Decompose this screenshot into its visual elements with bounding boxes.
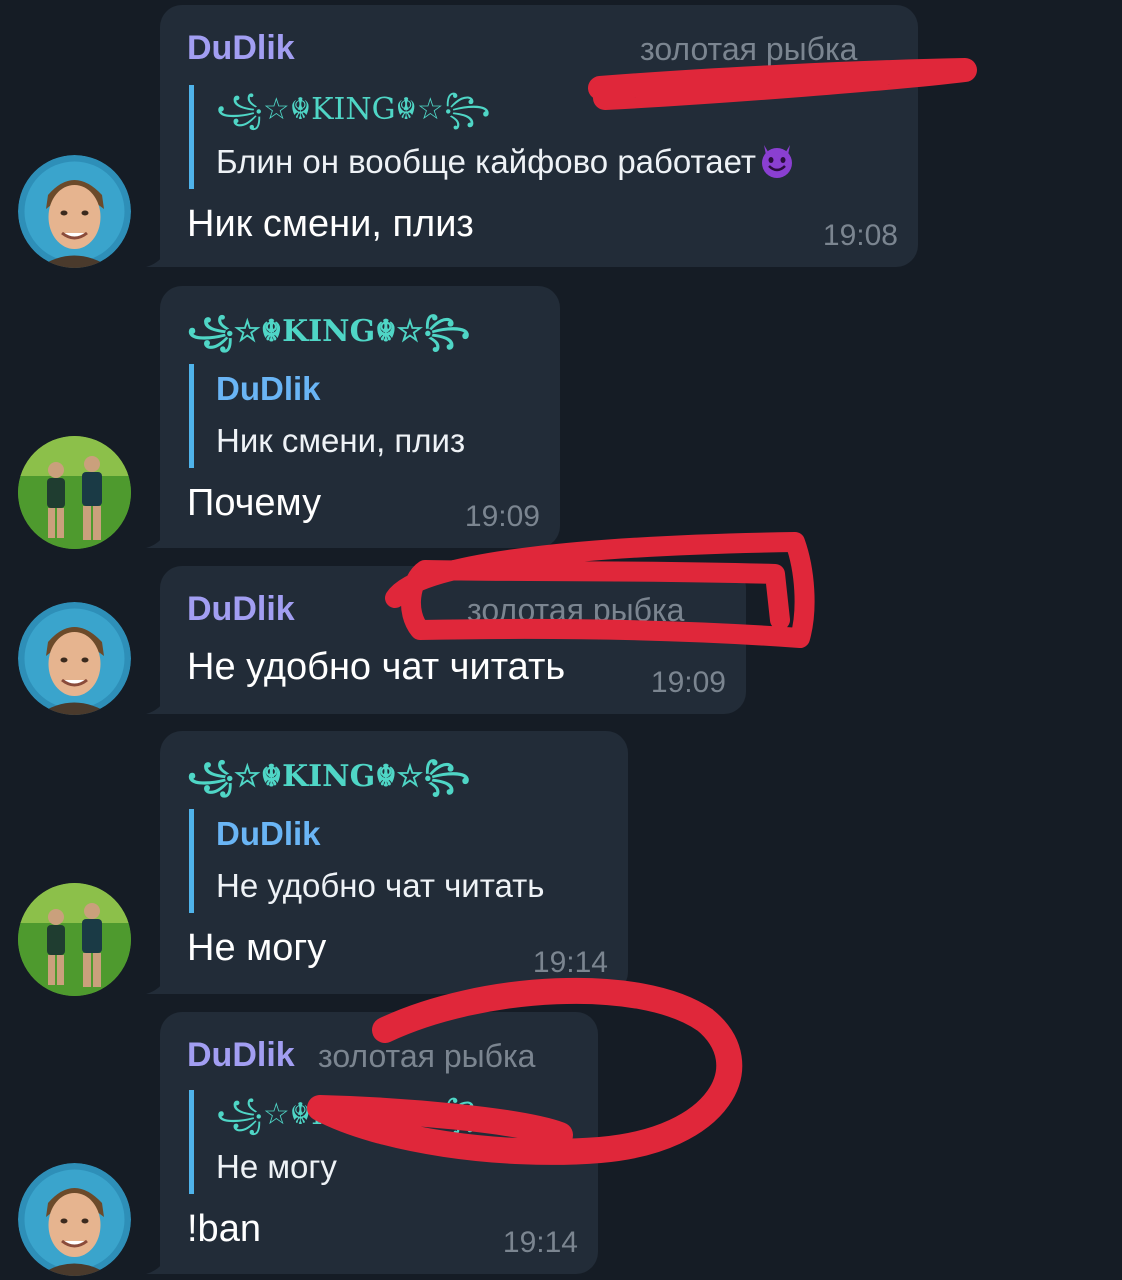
message-time: 19:09 — [464, 500, 540, 533]
reply-quote[interactable]: ꧁☆☬KING☬☆꧂ Не могу — [189, 1090, 491, 1194]
sender-name[interactable]: DuDlik — [187, 590, 295, 629]
reply-text: Не удобно чат читать — [216, 867, 545, 904]
reply-sender-name: DuDlik — [216, 815, 321, 852]
message-text: Не могу — [187, 927, 327, 969]
message-text: !ban — [187, 1208, 261, 1250]
message-text: Почему — [187, 482, 322, 524]
football-players-avatar[interactable] — [18, 436, 131, 549]
dexter-avatar[interactable] — [18, 602, 131, 715]
message-bubble[interactable]: ꧁☆☬KING☬☆꧂ DuDlik Не удобно чат читать Н… — [146, 731, 628, 994]
reply-sender-name: ꧁☆☬KING☬☆꧂ — [216, 1097, 491, 1132]
admin-title: золотая рыбка — [318, 1038, 536, 1074]
message-time: 19:14 — [502, 1226, 578, 1259]
sender-name[interactable]: DuDlik — [187, 29, 295, 68]
message-time: 19:09 — [650, 666, 726, 699]
message-text: Ник смени, плиз — [187, 203, 474, 245]
message-bubble[interactable]: ꧁☆☬KING☬☆꧂ DuDlik Ник смени, плиз Почему… — [146, 286, 560, 548]
reply-quote[interactable]: DuDlik Ник смени, плиз — [189, 364, 465, 468]
admin-title: золотая рыбка — [640, 31, 858, 67]
message-bubble[interactable]: DuDlik золотая рыбка Не удобно чат читат… — [146, 566, 746, 714]
message-time: 19:14 — [532, 946, 608, 979]
message-time: 19:08 — [822, 219, 898, 252]
reply-text: Не могу — [216, 1148, 337, 1185]
smiling-devil-emoji — [758, 141, 796, 179]
football-players-avatar[interactable] — [18, 883, 131, 996]
reply-text: Блин он вообще кайфово работает — [216, 135, 796, 189]
reply-quote[interactable]: ꧁☆☬KING☬☆꧂ Блин он вообще кайфово работа… — [189, 85, 796, 189]
reply-quote[interactable]: DuDlik Не удобно чат читать — [189, 809, 544, 913]
reply-sender-name: DuDlik — [216, 370, 321, 407]
message-bubble[interactable]: DuDlik золотая рыбка ꧁☆☬KING☬☆꧂ Блин он … — [146, 5, 918, 267]
dexter-avatar[interactable] — [18, 1163, 131, 1276]
sender-name[interactable]: ꧁☆☬KING☬☆꧂ — [187, 753, 470, 814]
reply-sender-name: ꧁☆☬KING☬☆꧂ — [216, 92, 491, 127]
reply-text: Ник смени, плиз — [216, 422, 466, 459]
chat-view: DuDlik золотая рыбка ꧁☆☬KING☬☆꧂ Блин он … — [0, 0, 1122, 1280]
dexter-avatar[interactable] — [18, 155, 131, 268]
message-text: Не удобно чат читать — [187, 646, 566, 688]
sender-name[interactable]: ꧁☆☬KING☬☆꧂ — [187, 308, 470, 369]
sender-name[interactable]: DuDlik — [187, 1036, 295, 1075]
message-bubble[interactable]: DuDlik золотая рыбка ꧁☆☬KING☬☆꧂ Не могу … — [146, 1012, 598, 1274]
admin-title: золотая рыбка — [467, 592, 685, 628]
